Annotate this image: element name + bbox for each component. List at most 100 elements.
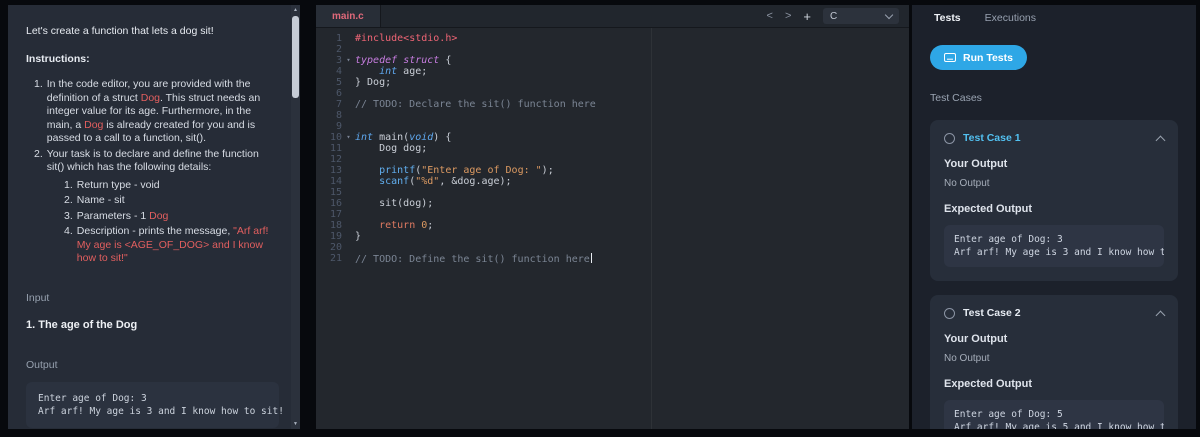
line-number: 1 bbox=[335, 33, 342, 44]
code-line[interactable]: 3 ▾ typedef struct { bbox=[316, 55, 909, 66]
app-window: Let's create a function that lets a dog … bbox=[0, 0, 1200, 437]
text-token: struct bbox=[403, 55, 440, 66]
chevron-down-icon bbox=[884, 10, 894, 19]
code-line[interactable]: 16 sit(dog); bbox=[316, 198, 909, 209]
text-token: { bbox=[439, 55, 452, 66]
tab-main-c[interactable]: main.c bbox=[316, 5, 381, 27]
text-token: return bbox=[379, 220, 416, 231]
exercise-intro: Let's create a function that lets a dog … bbox=[26, 25, 214, 37]
line-number: 10 bbox=[329, 132, 342, 143]
code-line[interactable]: 15 bbox=[316, 187, 909, 198]
test-case-header[interactable]: Test Case 1 bbox=[944, 132, 1166, 145]
line-number: 7 bbox=[335, 99, 342, 110]
line-number: 14 bbox=[329, 176, 342, 187]
code-line[interactable]: 4 int age; bbox=[316, 66, 909, 77]
code-line[interactable]: 21 // TODO: Define the sit() function her… bbox=[316, 253, 909, 265]
chevron-left-icon[interactable]: < bbox=[767, 10, 773, 22]
your-output-label: Your Output bbox=[944, 333, 1008, 345]
your-output-value: No Output bbox=[944, 178, 990, 189]
editor-toolbar: < > + C bbox=[767, 8, 909, 24]
instructions-panel: Let's create a function that lets a dog … bbox=[8, 5, 300, 429]
text-token: age; bbox=[397, 66, 428, 77]
instructions-scrollbar[interactable]: ▲ ▼ bbox=[291, 5, 300, 429]
code-line[interactable]: 10 ▾ int main(void) { bbox=[316, 132, 909, 143]
code-line[interactable]: 13 printf("Enter age of Dog: "); bbox=[316, 165, 909, 176]
text-token: // TODO: Define the sit() function here bbox=[355, 254, 590, 265]
instruction-text: Name - sit bbox=[77, 194, 279, 208]
line-number: 16 bbox=[329, 198, 342, 209]
expected-output-label: Expected Output bbox=[944, 203, 1033, 215]
code-line[interactable]: 5} Dog; bbox=[316, 77, 909, 88]
instruction-text: Your task is to declare and define the f… bbox=[47, 148, 279, 175]
line-number: 21 bbox=[329, 253, 342, 264]
line-number: 5 bbox=[335, 77, 342, 88]
code-line[interactable]: 6 bbox=[316, 88, 909, 99]
code-text: // TODO: Declare the sit() function here bbox=[355, 99, 596, 110]
line-number: 11 bbox=[329, 143, 342, 154]
line-number: 15 bbox=[329, 187, 342, 198]
code-line[interactable]: 7 // TODO: Declare the sit() function her… bbox=[316, 99, 909, 110]
code-line[interactable]: 11 Dog dog; bbox=[316, 143, 909, 154]
list-number: 2. bbox=[64, 194, 73, 206]
text-token: #include bbox=[355, 33, 404, 44]
language-select[interactable]: C bbox=[823, 8, 899, 24]
fold-icon[interactable]: ▾ bbox=[342, 55, 355, 66]
code-line[interactable]: 8 bbox=[316, 110, 909, 121]
line-number: 6 bbox=[335, 88, 342, 99]
code-line[interactable]: 18 return 0; bbox=[316, 220, 909, 231]
list-number: 2. bbox=[34, 147, 43, 160]
test-case-title: Test Case 1 bbox=[963, 132, 1021, 144]
code-line[interactable]: 14 scanf("%d", &dog.age); bbox=[316, 176, 909, 187]
instruction-item: 2. Your task is to declare and define the… bbox=[34, 148, 279, 175]
radio-icon[interactable] bbox=[944, 307, 955, 319]
expected-output-label: Expected Output bbox=[944, 378, 1033, 390]
text-token: Dog bbox=[149, 209, 169, 222]
code-line[interactable]: 9 bbox=[316, 121, 909, 132]
tab-tests[interactable]: Tests bbox=[934, 12, 961, 24]
collapse-icon[interactable] bbox=[1155, 310, 1166, 320]
language-label: C bbox=[830, 10, 838, 22]
test-case-header[interactable]: Test Case 2 bbox=[944, 307, 1166, 320]
text-token: Name - sit bbox=[76, 194, 125, 206]
code-line[interactable]: 17 bbox=[316, 209, 909, 220]
list-number: 1. bbox=[64, 178, 73, 191]
code-line[interactable]: 20 bbox=[316, 242, 909, 253]
fold-icon[interactable]: ▾ bbox=[342, 132, 355, 143]
collapse-icon[interactable] bbox=[1155, 135, 1166, 145]
line-number: 3 bbox=[335, 55, 342, 66]
line-number: 2 bbox=[335, 44, 342, 55]
chevron-right-icon[interactable]: > bbox=[785, 10, 791, 22]
code-area[interactable]: 1 #include<stdio.h> 2 3 ▾ typedef struct {4 i… bbox=[316, 28, 909, 429]
line-number: 12 bbox=[329, 154, 342, 165]
instructions-content: Let's create a function that lets a dog … bbox=[8, 5, 291, 429]
tab-executions[interactable]: Executions bbox=[985, 12, 1036, 24]
code-line[interactable]: 12 bbox=[316, 154, 909, 165]
line-number: 18 bbox=[329, 220, 342, 231]
text-token: <stdio.h> bbox=[403, 33, 458, 44]
radio-icon[interactable] bbox=[944, 132, 955, 144]
scroll-up-icon[interactable]: ▲ bbox=[291, 5, 300, 15]
code-line[interactable]: 2 bbox=[316, 44, 909, 55]
text-token: } bbox=[355, 231, 362, 242]
test-cases-heading: Test Cases bbox=[930, 92, 982, 104]
scroll-down-icon[interactable]: ▼ bbox=[291, 419, 300, 429]
add-file-icon[interactable]: + bbox=[803, 9, 811, 24]
instruction-subitem: 1. Return type - void bbox=[64, 179, 279, 193]
test-case-card: Test Case 2 Your Output No Output Expected … bbox=[930, 295, 1178, 429]
text-token: Dog dog; bbox=[355, 143, 428, 154]
code-text: scanf("%d", &dog.age); bbox=[355, 176, 511, 187]
code-line[interactable]: 19} bbox=[316, 231, 909, 242]
output-label: Output bbox=[26, 358, 58, 371]
scrollbar-thumb[interactable] bbox=[292, 16, 299, 98]
run-tests-label: Run Tests bbox=[963, 51, 1013, 64]
code-line[interactable]: 1 #include<stdio.h> bbox=[316, 33, 909, 44]
run-tests-button[interactable]: Run Tests bbox=[930, 45, 1027, 70]
